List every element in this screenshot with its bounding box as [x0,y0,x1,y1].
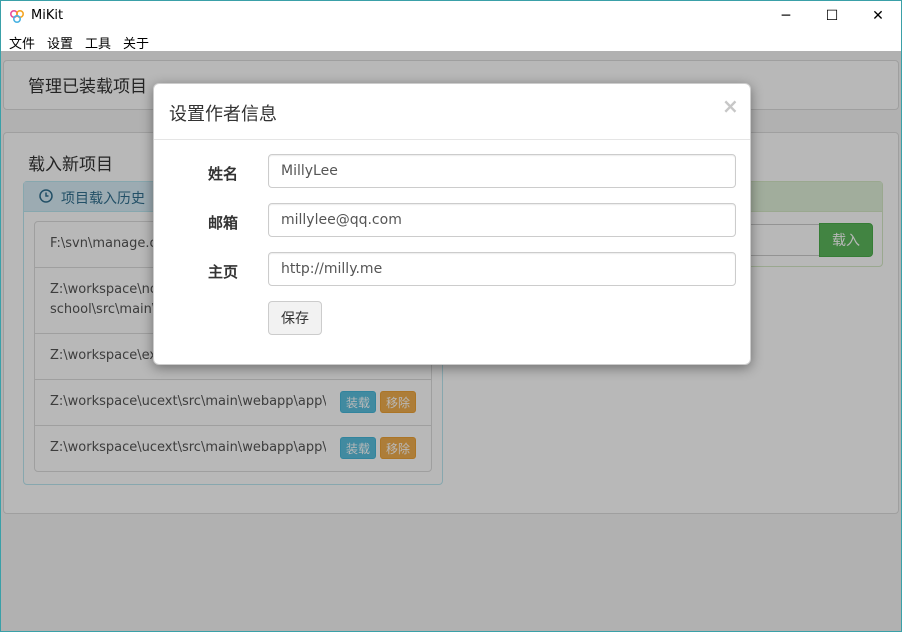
menu-tools[interactable]: 工具 [85,33,111,52]
name-field[interactable]: MillyLee [268,154,736,188]
menu-settings[interactable]: 设置 [47,33,73,52]
window-title: MiKit [31,8,64,23]
app-logo-icon [9,9,25,24]
minimize-button[interactable]: ─ [763,1,809,31]
close-window-button[interactable]: ✕ [855,1,901,31]
maximize-button[interactable]: ☐ [809,1,855,31]
menu-bar: 文件 设置 工具 关于 [1,31,901,52]
author-info-dialog: 设置作者信息 × 姓名 MillyLee 邮箱 millylee@qq.com … [153,83,751,365]
homepage-label: 主页 [208,263,239,281]
email-label: 邮箱 [208,214,239,232]
dialog-header: 设置作者信息 × [154,84,750,140]
homepage-field[interactable]: http://milly.me [268,252,736,286]
menu-about[interactable]: 关于 [123,33,149,52]
close-icon[interactable]: × [722,94,739,118]
dialog-title: 设置作者信息 [169,104,277,125]
title-bar: MiKit ─ ☐ ✕ [1,1,901,31]
app-window: MiKit ─ ☐ ✕ 文件 设置 工具 关于 管理已装载项目 载入新项目 项目… [0,0,902,632]
email-field[interactable]: millylee@qq.com [268,203,736,237]
menu-file[interactable]: 文件 [9,33,35,52]
name-label: 姓名 [208,165,239,183]
save-button[interactable]: 保存 [268,301,322,335]
